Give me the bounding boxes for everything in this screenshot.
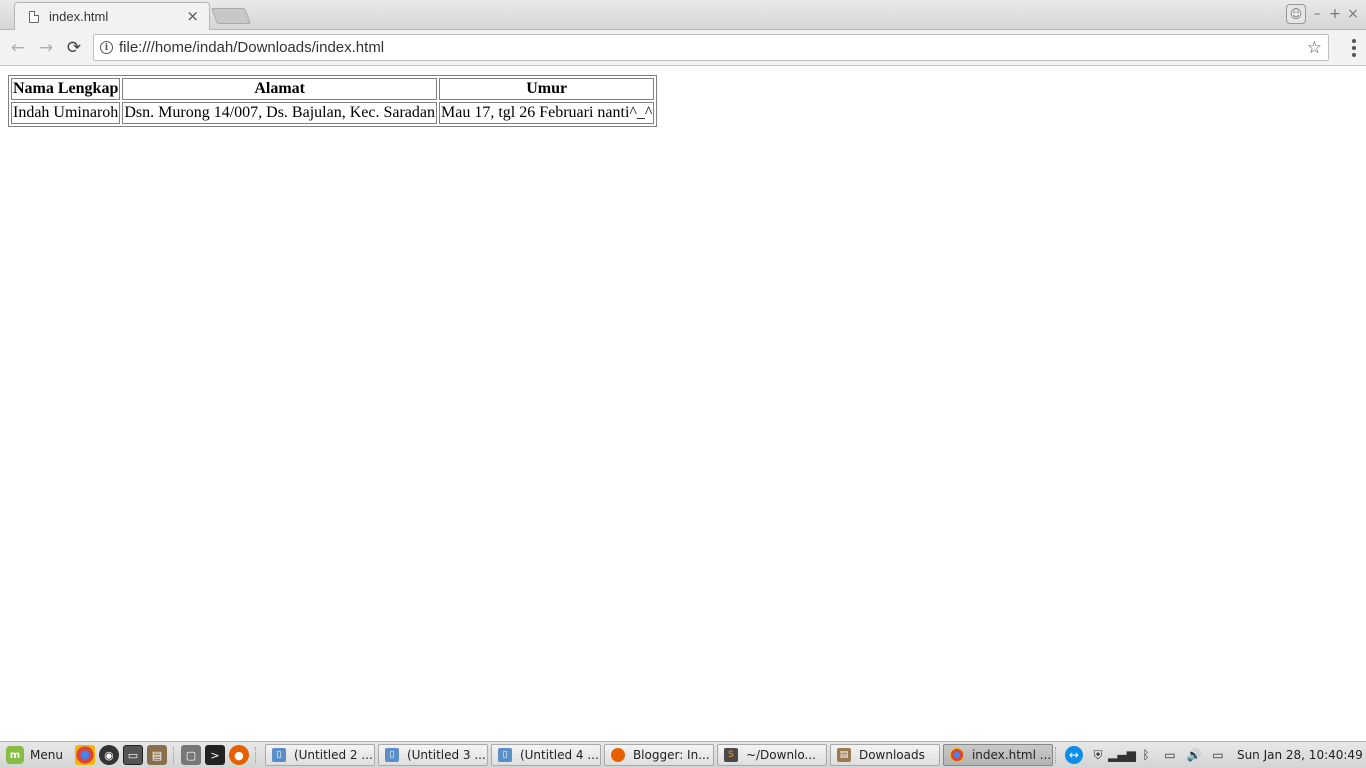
window-downloads-folder[interactable]: ▤ Downloads <box>829 744 940 766</box>
tab-title: index.html <box>49 9 109 24</box>
maximize-button[interactable]: + <box>1328 7 1342 21</box>
browser-toolbar: ← → ⟳ i file:///home/indah/Downloads/ind… <box>0 30 1366 66</box>
folder-icon: ▤ <box>836 748 851 762</box>
tab-index-html[interactable]: index.html × <box>14 2 210 30</box>
header-alamat: Alamat <box>122 78 437 100</box>
monitor-launcher-icon[interactable]: ▭ <box>122 745 143 765</box>
text-editor-icon: ▯ <box>384 748 399 762</box>
volume-icon[interactable]: 🔊 <box>1185 746 1203 764</box>
new-tab-button[interactable] <box>211 8 251 24</box>
document-icon <box>29 10 39 23</box>
quick-launchers: ◉ ▭ ▤ ▢ > ● <box>71 745 263 765</box>
window-blogger[interactable]: Blogger: In... <box>603 744 714 766</box>
clock[interactable]: Sun Jan 28, 10:40:49 <box>1233 748 1363 762</box>
separator <box>254 747 257 763</box>
network-signal-icon[interactable]: ▂▄▆ <box>1108 746 1136 764</box>
cell-nama: Indah Uminaroh <box>11 102 121 124</box>
window-downloads-sublime[interactable]: S ~/Downlo... <box>716 744 827 766</box>
chrome-launcher-icon[interactable] <box>74 745 95 765</box>
cell-alamat: Dsn. Murong 14/007, Ds. Bajulan, Kec. Sa… <box>122 102 437 124</box>
forward-button[interactable]: → <box>32 34 60 62</box>
window-label: Blogger: In... <box>632 748 710 762</box>
tab-strip: index.html × ☺ – + × <box>0 0 1366 30</box>
window-list: ▯ (Untitled 2 ... ▯ (Untitled 3 ... ▯ (U… <box>263 744 1053 766</box>
window-label: Downloads <box>858 748 925 762</box>
terminal-launcher-icon[interactable]: > <box>204 745 225 765</box>
window-untitled-2[interactable]: ▯ (Untitled 2 ... <box>264 744 375 766</box>
window-label: (Untitled 3 ... <box>406 748 486 762</box>
shield-icon[interactable]: ⛨ <box>1089 746 1107 764</box>
window-controls: ☺ – + × <box>1286 4 1360 24</box>
cell-umur: Mau 17, tgl 26 Februari nanti^_^ <box>438 102 655 124</box>
reload-button[interactable]: ⟳ <box>60 34 88 62</box>
tab-close-icon[interactable]: × <box>186 7 199 25</box>
minimize-button[interactable]: – <box>1310 7 1324 21</box>
window-label: (Untitled 4 ... <box>519 748 599 762</box>
linux-mint-icon: m <box>6 746 24 764</box>
start-menu-button[interactable]: m Menu <box>0 742 71 768</box>
window-label: index.html ... <box>971 748 1052 762</box>
firefox-launcher-icon[interactable]: ● <box>228 745 249 765</box>
url-text[interactable]: file:///home/indah/Downloads/index.html <box>119 39 1307 56</box>
separator <box>1054 747 1057 763</box>
system-tray: ↔ ⛨ ▂▄▆ ᛒ ▭ 🔊 ▭ Sun Jan 28, 10:40:49 <box>1053 746 1366 764</box>
header-umur: Umur <box>438 78 655 100</box>
browser-menu-icon[interactable] <box>1352 39 1356 57</box>
address-bar[interactable]: i file:///home/indah/Downloads/index.htm… <box>93 34 1329 61</box>
battery-icon[interactable]: ▭ <box>1209 746 1227 764</box>
page-content: Nama Lengkap Alamat Umur Indah Uminaroh … <box>0 67 1366 741</box>
info-icon[interactable]: i <box>100 41 113 54</box>
text-editor-icon: ▯ <box>271 748 286 762</box>
bookmark-star-icon[interactable]: ☆ <box>1307 38 1322 58</box>
teamviewer-icon[interactable]: ↔ <box>1064 746 1083 764</box>
menu-label: Menu <box>30 748 63 762</box>
taskbar: m Menu ◉ ▭ ▤ ▢ > ● ▯ (Untitled 2 ... ▯ (… <box>0 741 1366 768</box>
bluetooth-icon[interactable]: ᛒ <box>1137 746 1155 764</box>
firefox-icon <box>610 748 625 762</box>
show-desktop-icon[interactable]: ▢ <box>180 745 201 765</box>
display-icon[interactable]: ▭ <box>1161 746 1179 764</box>
file-manager-launcher-icon[interactable]: ▤ <box>146 745 167 765</box>
window-label: (Untitled 2 ... <box>293 748 373 762</box>
close-window-button[interactable]: × <box>1346 7 1360 21</box>
window-label: ~/Downlo... <box>745 748 816 762</box>
media-player-launcher-icon[interactable]: ◉ <box>98 745 119 765</box>
back-button[interactable]: ← <box>4 34 32 62</box>
separator <box>172 747 175 763</box>
window-untitled-3[interactable]: ▯ (Untitled 3 ... <box>377 744 488 766</box>
text-editor-icon: ▯ <box>497 748 512 762</box>
data-table: Nama Lengkap Alamat Umur Indah Uminaroh … <box>8 75 658 127</box>
table-row: Indah Uminaroh Dsn. Murong 14/007, Ds. B… <box>11 102 655 124</box>
table-header-row: Nama Lengkap Alamat Umur <box>11 78 655 100</box>
chrome-icon <box>949 748 964 762</box>
header-nama-lengkap: Nama Lengkap <box>11 78 121 100</box>
window-untitled-4[interactable]: ▯ (Untitled 4 ... <box>490 744 601 766</box>
profile-icon[interactable]: ☺ <box>1286 4 1306 24</box>
window-index-html-chrome[interactable]: index.html ... <box>942 744 1053 766</box>
sublime-icon: S <box>723 748 738 762</box>
